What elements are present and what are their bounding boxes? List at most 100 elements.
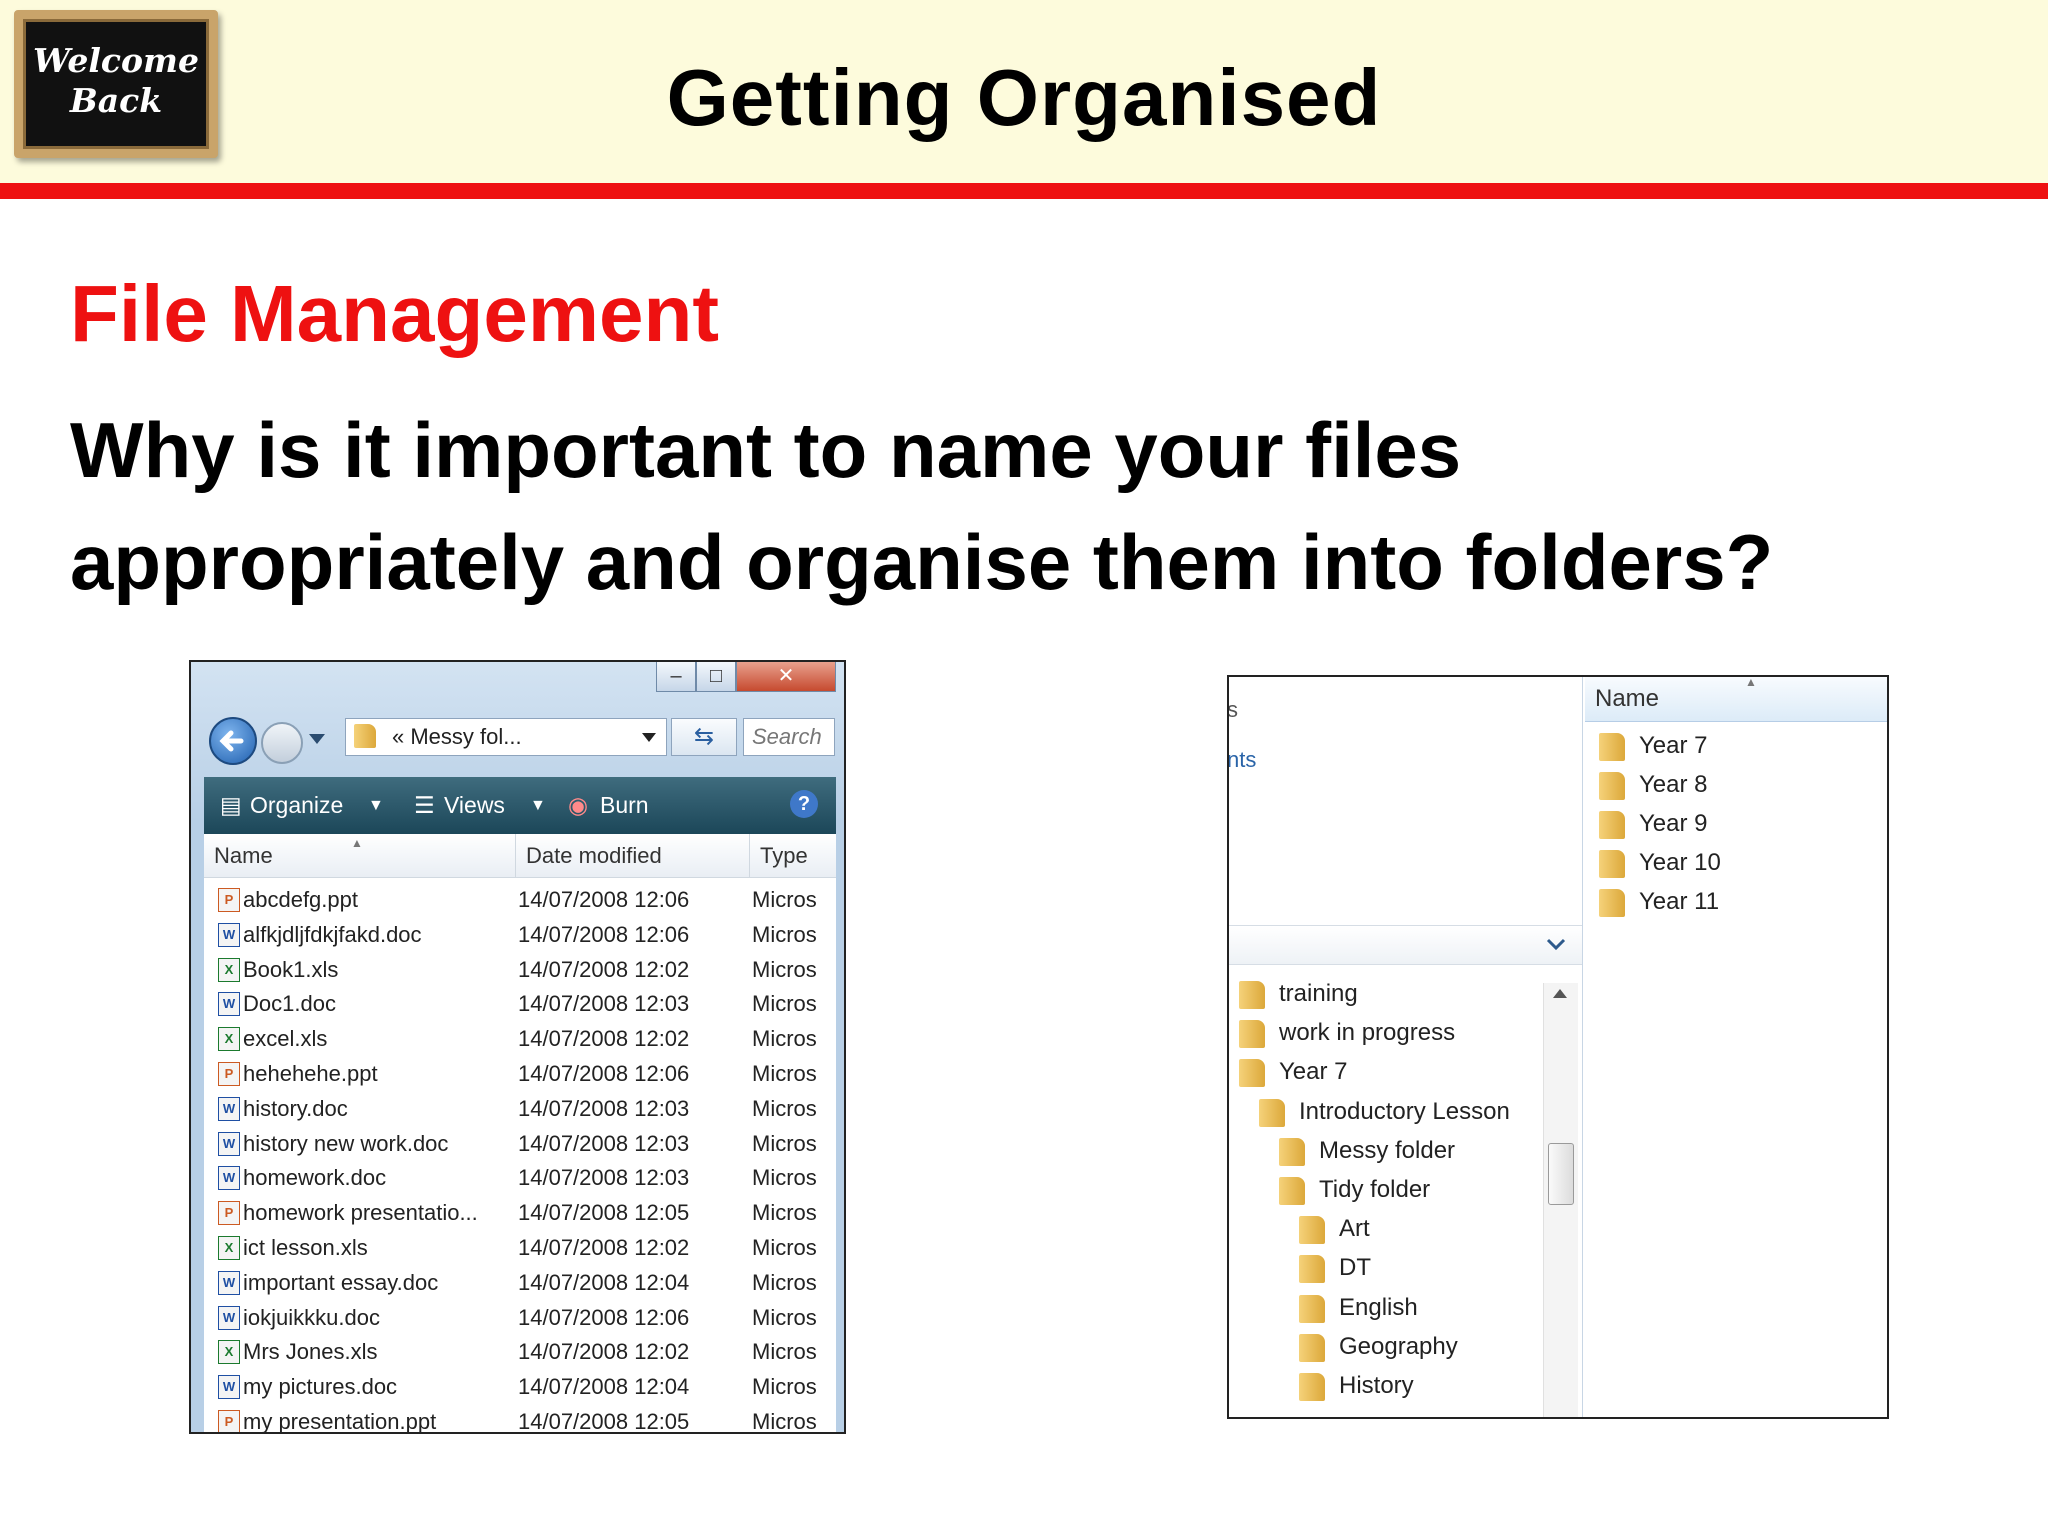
- tree-item[interactable]: Year 7: [1229, 1055, 1539, 1091]
- ppt-file-icon: P: [218, 888, 240, 912]
- file-row[interactable]: Wiokjuikkku.doc 14/07/2008 12:06 Micros: [204, 1300, 836, 1335]
- file-row[interactable]: Whistory.doc 14/07/2008 12:03 Micros: [204, 1091, 836, 1126]
- folders-section-header[interactable]: [1229, 925, 1582, 965]
- xls-file-icon: X: [218, 1027, 240, 1052]
- column-header-type[interactable]: Type: [750, 834, 836, 878]
- year-folder-item[interactable]: Year 9: [1585, 807, 1885, 843]
- folder-icon: [1299, 1373, 1325, 1401]
- doc-file-icon: W: [218, 1166, 240, 1191]
- help-icon[interactable]: ?: [790, 790, 818, 818]
- file-row[interactable]: Walfkjdljfdkjfakd.doc 14/07/2008 12:06 Mic…: [204, 917, 836, 952]
- tree-scrollbar[interactable]: [1543, 983, 1578, 1417]
- file-type: Micros: [752, 887, 817, 912]
- tree-item[interactable]: Geography: [1229, 1330, 1539, 1366]
- folder-tree-pane: s nts training work in progress Year 7 Intr…: [1229, 677, 1583, 1417]
- close-button[interactable]: ✕: [736, 662, 836, 692]
- year-folder-label: Year 10: [1639, 849, 1721, 876]
- file-name: Book1.xls: [243, 956, 339, 982]
- file-name: history new work.doc: [243, 1130, 449, 1156]
- tree-item[interactable]: Introductory Lesson: [1229, 1095, 1539, 1131]
- file-date: 14/07/2008 12:06: [518, 921, 690, 947]
- file-date: 14/07/2008 12:02: [518, 1339, 690, 1365]
- views-button[interactable]: Views: [444, 792, 505, 819]
- file-row[interactable]: Whomework.doc 14/07/2008 12:03 Micros: [204, 1160, 836, 1195]
- address-dropdown-icon[interactable]: [642, 733, 656, 742]
- tree-item-label: work in progress: [1279, 1019, 1456, 1047]
- minimize-button[interactable]: –: [656, 662, 696, 692]
- file-date: 14/07/2008 12:06: [518, 1061, 690, 1086]
- recent-pages-chevron-icon[interactable]: [309, 734, 325, 744]
- file-row[interactable]: Whistory new work.doc 14/07/2008 12:03 Mic…: [204, 1126, 836, 1161]
- folder-icon: [1259, 1098, 1285, 1127]
- file-row[interactable]: Phomework presentatio... 14/07/2008 12:05…: [204, 1195, 836, 1230]
- file-name: iokjuikkku.doc: [243, 1304, 380, 1330]
- views-dropdown-icon[interactable]: ▼: [530, 797, 546, 815]
- organize-dropdown-icon[interactable]: ▼: [368, 797, 384, 815]
- address-bar[interactable]: « Messy fol...: [345, 718, 667, 756]
- file-type: Micros: [752, 1269, 817, 1295]
- file-row[interactable]: Phehehehe.ppt 14/07/2008 12:06 Micros: [204, 1056, 836, 1091]
- refresh-button[interactable]: ⇆: [671, 718, 737, 756]
- folder-icon: [1299, 1216, 1325, 1245]
- page-title: Getting Organised: [666, 53, 1382, 142]
- list-header[interactable]: Name ▲: [1585, 675, 1887, 722]
- file-type: Micros: [752, 991, 817, 1017]
- file-name: ict lesson.xls: [243, 1235, 368, 1260]
- file-row[interactable]: Wimportant essay.doc 14/07/2008 12:04 Micr…: [204, 1265, 836, 1300]
- file-name: homework presentatio...: [243, 1200, 478, 1226]
- scroll-up-icon[interactable]: [1553, 989, 1567, 998]
- file-row[interactable]: Pmy presentation.ppt 14/07/2008 12:05 Micr…: [204, 1404, 836, 1432]
- file-name: Mrs Jones.xls: [243, 1339, 378, 1365]
- file-row[interactable]: Wmy pictures.doc 14/07/2008 12:04 Micros: [204, 1369, 836, 1404]
- back-button[interactable]: [209, 717, 257, 765]
- organize-icon: ▤: [220, 792, 242, 818]
- tree-item[interactable]: training: [1229, 977, 1539, 1013]
- file-row[interactable]: W Doc1.doc 14/07/2008 12:03 Micros: [204, 986, 836, 1021]
- file-row[interactable]: Pabcdefg.ppt 14/07/2008 12:06 Micros: [204, 882, 836, 917]
- messy-folder-window: – □ ✕ « Messy fol... ⇆ Search ▤ Organize…: [189, 660, 846, 1434]
- scrollbar-thumb[interactable]: [1548, 1143, 1574, 1205]
- year-folder-label: Year 9: [1639, 810, 1708, 837]
- tree-item[interactable]: DT: [1229, 1251, 1539, 1287]
- tree-item-label: History: [1339, 1372, 1414, 1399]
- ppt-file-icon: P: [218, 1062, 240, 1086]
- column-header-date[interactable]: Date modified: [516, 834, 750, 878]
- file-date: 14/07/2008 12:03: [518, 991, 690, 1017]
- file-row[interactable]: X Mrs Jones.xls 14/07/2008 12:02 Micros: [204, 1334, 836, 1369]
- file-name: Doc1.doc: [243, 991, 336, 1017]
- doc-file-icon: W: [218, 922, 240, 947]
- xls-file-icon: X: [218, 957, 240, 982]
- year-folder-item[interactable]: Year 11: [1585, 885, 1885, 921]
- burn-button[interactable]: Burn: [600, 792, 649, 819]
- file-row[interactable]: X Book1.xls 14/07/2008 12:02 Micros: [204, 952, 836, 987]
- year-folder-item[interactable]: Year 10: [1585, 846, 1885, 882]
- file-name: abcdefg.ppt: [243, 887, 358, 912]
- file-type: Micros: [752, 1200, 817, 1226]
- tree-item[interactable]: History: [1229, 1369, 1539, 1405]
- search-input[interactable]: Search: [743, 718, 835, 756]
- doc-file-icon: W: [218, 1096, 240, 1121]
- nav-partial-link[interactable]: nts: [1229, 747, 1256, 773]
- year-folder-item[interactable]: Year 8: [1585, 768, 1885, 804]
- file-date: 14/07/2008 12:02: [518, 1026, 690, 1052]
- year-folder-item[interactable]: Year 7: [1585, 729, 1885, 765]
- file-row[interactable]: Xict lesson.xls 14/07/2008 12:02 Micros: [204, 1230, 836, 1265]
- column-header-name: Name: [1595, 685, 1660, 712]
- command-toolbar: ▤ Organize ▼ ☰ Views ▼ ◉ Burn ?: [204, 777, 836, 835]
- tree-item[interactable]: work in progress: [1229, 1016, 1539, 1052]
- sort-ascending-icon: ▲: [1745, 675, 1757, 689]
- maximize-button[interactable]: □: [696, 662, 736, 692]
- section-heading: File Management: [70, 269, 720, 358]
- tree-item[interactable]: Messy folder: [1229, 1134, 1539, 1170]
- xls-file-icon: X: [218, 1236, 240, 1260]
- forward-button[interactable]: [261, 722, 303, 764]
- tree-item[interactable]: English: [1229, 1291, 1539, 1327]
- doc-file-icon: W: [218, 1270, 240, 1295]
- organize-button[interactable]: Organize: [250, 792, 343, 819]
- tree-item-label: training: [1279, 980, 1358, 1007]
- folder-icon: [1239, 981, 1265, 1009]
- tree-item[interactable]: Art: [1229, 1212, 1539, 1248]
- file-row[interactable]: Xexcel.xls 14/07/2008 12:02 Micros: [204, 1021, 836, 1056]
- file-name: hehehehe.ppt: [243, 1061, 378, 1086]
- tree-item[interactable]: Tidy folder: [1229, 1173, 1539, 1209]
